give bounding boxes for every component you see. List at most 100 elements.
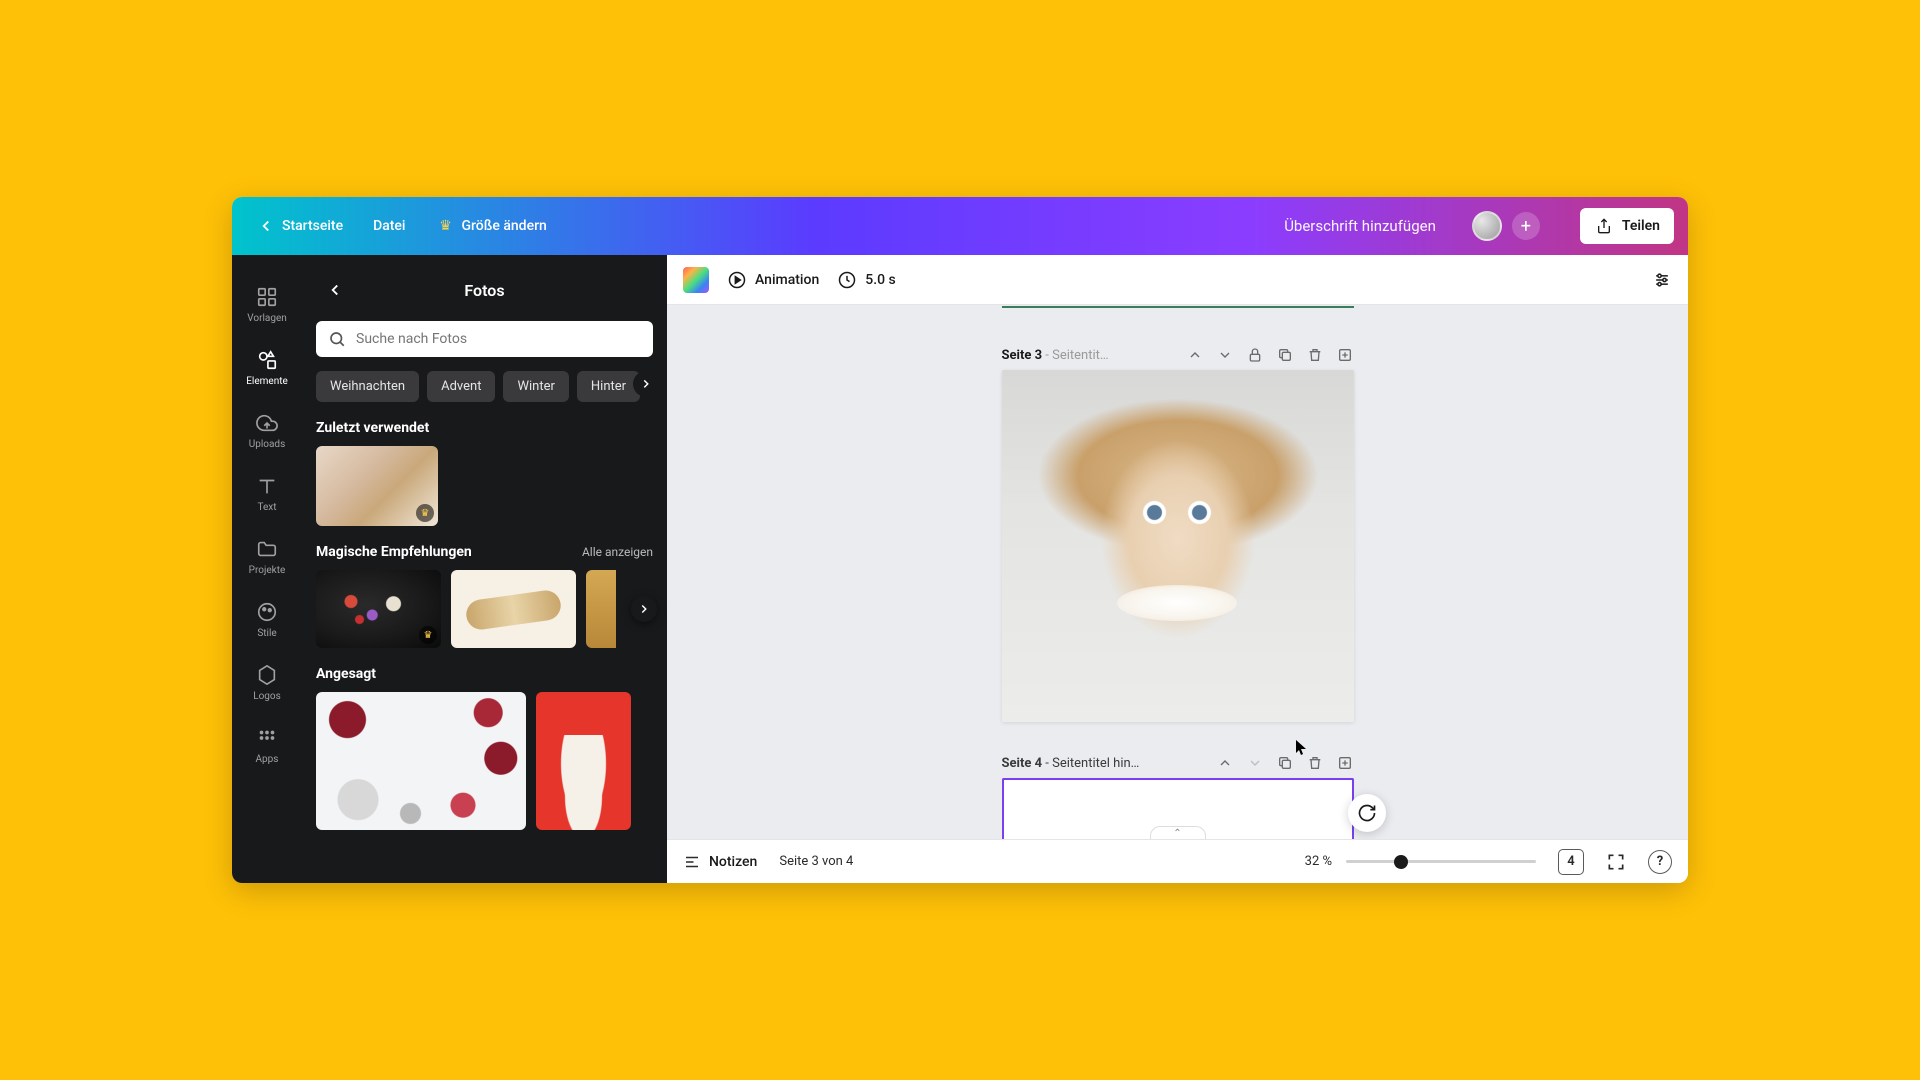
search-input[interactable] — [356, 331, 641, 347]
lock-icon[interactable] — [1246, 346, 1264, 364]
page-3-header: Seite 3 - Seitentit… — [1002, 346, 1354, 364]
zoom-slider[interactable] — [1346, 860, 1536, 863]
background-color-button[interactable] — [683, 267, 709, 293]
chips-next-button[interactable] — [633, 370, 659, 396]
chip-hintergrund[interactable]: Hinter — [577, 371, 640, 402]
magic-next-button[interactable] — [631, 596, 657, 622]
notes-button[interactable]: Notizen — [683, 853, 757, 871]
page-4-header: Seite 4 - Seitentitel hin… — [1002, 754, 1354, 772]
redo-button[interactable] — [597, 216, 617, 236]
canvas-area: Animation 5.0 s Seite 3 - Seitentit… — [667, 255, 1688, 883]
file-menu[interactable]: Datei — [363, 210, 415, 242]
search-icon — [328, 330, 346, 348]
page-3-canvas[interactable] — [1002, 370, 1354, 722]
duplicate-icon[interactable] — [1276, 346, 1294, 364]
share-label: Teilen — [1622, 218, 1660, 234]
move-up-icon[interactable] — [1216, 754, 1234, 772]
rail-label: Vorlagen — [247, 313, 287, 324]
document-title-input[interactable]: Überschrift hinzufügen — [1284, 217, 1436, 235]
rail-elements[interactable]: Elemente — [232, 338, 302, 397]
move-up-icon[interactable] — [1186, 346, 1204, 364]
rail-logos[interactable]: Logos — [232, 653, 302, 712]
chevron-left-icon — [256, 216, 276, 236]
uploads-icon — [255, 411, 279, 435]
help-button[interactable]: ? — [1648, 850, 1672, 874]
crown-icon: ♛ — [436, 216, 456, 236]
trending-thumb-2[interactable] — [536, 692, 631, 830]
file-label: Datei — [373, 218, 405, 234]
move-down-icon[interactable] — [1216, 346, 1234, 364]
rail-projects[interactable]: Projekte — [232, 527, 302, 586]
avatar[interactable] — [1472, 211, 1502, 241]
clock-icon — [837, 270, 857, 290]
rail-label: Elemente — [246, 376, 288, 387]
chip-winter[interactable]: Winter — [503, 371, 568, 402]
rail-apps[interactable]: Apps — [232, 716, 302, 775]
see-all-link[interactable]: Alle anzeigen — [582, 545, 653, 559]
app-body: Vorlagen Elemente Uploads Text Projekte … — [232, 255, 1688, 883]
recent-thumb-portrait[interactable]: ♛ — [316, 446, 438, 526]
magic-thumb-3[interactable] — [586, 570, 616, 648]
regenerate-button[interactable] — [1348, 794, 1386, 832]
trending-thumb-1[interactable] — [316, 692, 526, 830]
magic-thumb-1[interactable]: ♛ — [316, 570, 441, 648]
page-3-wrap: Seite 3 - Seitentit… — [1002, 346, 1354, 722]
rail-label: Text — [257, 502, 276, 513]
page-3-label: Seite 3 — [1002, 348, 1043, 363]
page-count-button[interactable]: 4 — [1558, 849, 1584, 875]
trending-section: Angesagt — [302, 648, 667, 830]
page-3-subtitle[interactable]: - Seitentit… — [1042, 348, 1109, 363]
animate-icon — [727, 270, 747, 290]
duration-button[interactable]: 5.0 s — [837, 270, 896, 290]
previous-page-edge — [1002, 305, 1354, 308]
rail-templates[interactable]: Vorlagen — [232, 275, 302, 334]
recent-section: Zuletzt verwendet ♛ — [302, 402, 667, 526]
apps-icon — [255, 726, 279, 750]
add-member-button[interactable]: + — [1512, 212, 1540, 240]
move-down-icon — [1246, 754, 1264, 772]
canvas-viewport[interactable]: Seite 3 - Seitentit… — [667, 305, 1688, 839]
folder-icon — [255, 537, 279, 561]
duplicate-icon[interactable] — [1276, 754, 1294, 772]
panel-back-button[interactable] — [318, 273, 352, 307]
page-indicator[interactable]: Seite 3 von 4 — [779, 854, 853, 869]
home-button[interactable]: Startseite — [246, 208, 353, 244]
settings-icon[interactable] — [1652, 270, 1672, 290]
chip-advent[interactable]: Advent — [427, 371, 495, 402]
zoom-slider-thumb[interactable] — [1394, 855, 1408, 869]
magic-thumb-2[interactable] — [451, 570, 576, 648]
animation-button[interactable]: Animation — [727, 270, 819, 290]
zoom-control: 32 % — [1305, 854, 1536, 869]
chip-weihnachten[interactable]: Weihnachten — [316, 371, 419, 402]
rail-label: Stile — [257, 628, 276, 639]
rail-styles[interactable]: Stile — [232, 590, 302, 649]
photos-panel: Fotos Weihnachten Advent Winter Hinter Z… — [302, 255, 667, 883]
undo-button[interactable] — [567, 216, 587, 236]
page-4-subtitle[interactable]: - Seitentitel hin… — [1042, 756, 1139, 771]
rail-label: Projekte — [249, 565, 286, 576]
resize-label: Größe ändern — [462, 218, 547, 234]
search-input-wrap[interactable] — [316, 321, 653, 357]
rail-label: Logos — [253, 691, 281, 702]
fullscreen-button[interactable] — [1606, 852, 1626, 872]
rail-uploads[interactable]: Uploads — [232, 401, 302, 460]
resize-button[interactable]: ♛ Größe ändern — [426, 208, 557, 244]
delete-icon[interactable] — [1306, 346, 1324, 364]
cloud-sync-icon[interactable] — [627, 216, 647, 236]
delete-icon[interactable] — [1306, 754, 1324, 772]
top-bar: Startseite Datei ♛ Größe ändern Überschr… — [232, 197, 1688, 255]
insights-button[interactable] — [1550, 216, 1570, 236]
notes-icon — [683, 853, 701, 871]
crown-badge-icon: ♛ — [416, 504, 434, 522]
text-icon — [255, 474, 279, 498]
templates-icon — [255, 285, 279, 309]
home-label: Startseite — [282, 218, 343, 234]
elements-icon — [255, 348, 279, 372]
expand-panel-handle[interactable]: ⌃ — [1150, 826, 1206, 839]
share-button[interactable]: Teilen — [1580, 208, 1674, 244]
add-page-icon[interactable] — [1336, 346, 1354, 364]
zoom-value: 32 % — [1305, 854, 1332, 869]
hexagon-icon — [255, 663, 279, 687]
rail-text[interactable]: Text — [232, 464, 302, 523]
add-page-icon[interactable] — [1336, 754, 1354, 772]
